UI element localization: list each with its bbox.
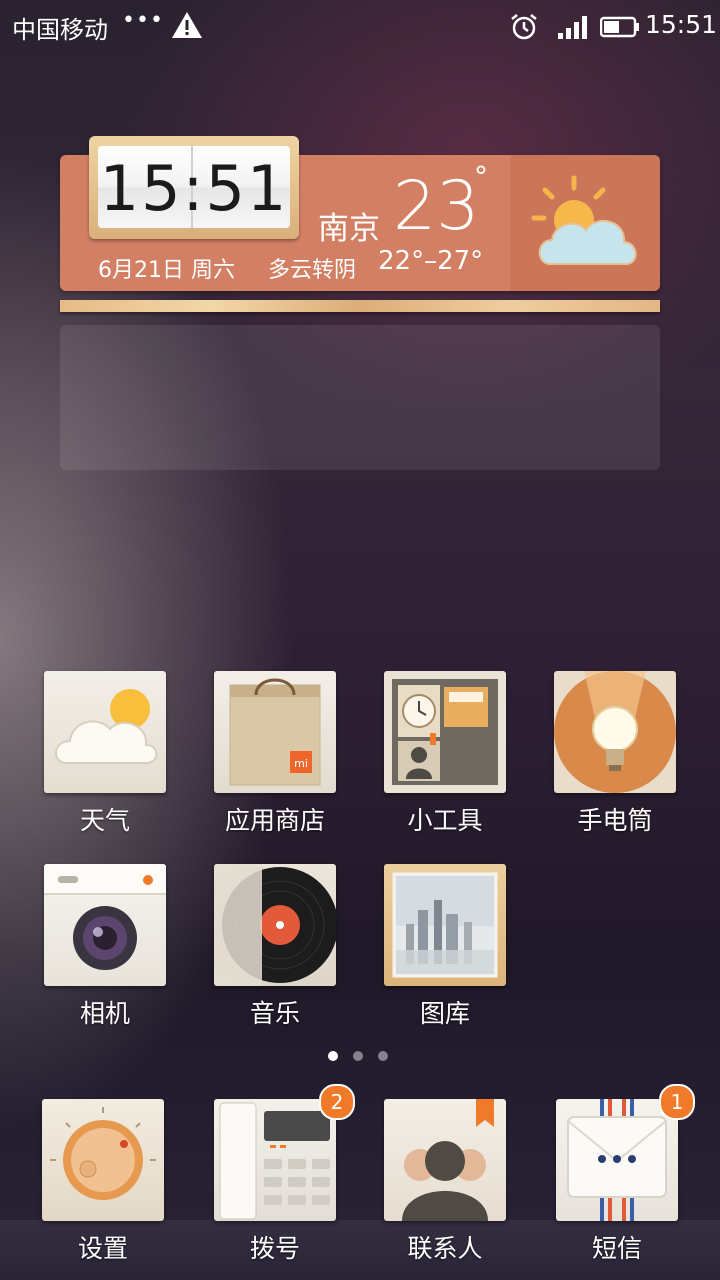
messages-icon	[556, 1099, 678, 1221]
weather-condition: 多云转阴	[268, 258, 357, 283]
more-notifications-icon: •••	[122, 8, 164, 33]
status-time: 15:51	[645, 10, 718, 39]
partly-cloudy-icon	[531, 175, 637, 265]
app-label: 小工具	[407, 806, 483, 835]
contacts-icon	[384, 1099, 506, 1221]
app-messages[interactable]: 短信 1	[547, 1084, 695, 1265]
app-label: 拨号	[249, 1234, 300, 1263]
flashlight-icon	[554, 671, 676, 793]
battery-icon	[600, 16, 639, 38]
app-flashlight[interactable]: 手电筒	[545, 671, 685, 837]
widget-date: 6月21日 周六	[98, 258, 235, 283]
settings-icon	[42, 1099, 164, 1221]
app-store[interactable]: mi 应用商店	[205, 671, 345, 837]
page-dot[interactable]	[353, 1051, 363, 1061]
carrier-name: 中国移动	[12, 16, 108, 44]
svg-text:mi: mi	[294, 757, 308, 770]
app-weather[interactable]: 天气	[35, 671, 175, 837]
current-temperature: 23	[393, 167, 480, 246]
app-label: 图库	[419, 999, 470, 1028]
unread-messages-badge: 1	[659, 1084, 695, 1120]
degree-symbol: °	[474, 160, 488, 193]
page-indicator[interactable]	[328, 1051, 392, 1063]
app-music[interactable]: 音乐	[205, 864, 345, 1030]
app-label: 短信	[591, 1234, 642, 1263]
signal-icon	[558, 16, 587, 39]
gallery-icon	[384, 864, 506, 986]
page-dot[interactable]	[378, 1051, 388, 1061]
app-gallery[interactable]: 图库	[375, 864, 515, 1030]
missed-calls-badge: 2	[319, 1084, 355, 1120]
app-label: 天气	[79, 806, 130, 835]
app-label: 联系人	[407, 1234, 483, 1263]
clock-display[interactable]: 15:51	[89, 136, 299, 239]
app-phone[interactable]: 拨号 2	[205, 1084, 355, 1265]
page-dot-active[interactable]	[328, 1051, 338, 1061]
alarm-icon	[511, 14, 537, 40]
widget-reflection	[60, 325, 660, 470]
music-icon	[214, 864, 336, 986]
app-label: 设置	[77, 1234, 128, 1263]
app-label: 手电筒	[577, 806, 653, 835]
city-name: 南京	[318, 211, 380, 247]
app-label: 相机	[79, 999, 130, 1028]
app-tools[interactable]: 小工具	[375, 671, 515, 837]
camera-icon	[44, 864, 166, 986]
phone-icon	[214, 1099, 336, 1221]
clock-time: 15:51	[99, 152, 289, 225]
app-camera[interactable]: 相机	[35, 864, 175, 1030]
tools-icon	[384, 671, 506, 793]
weather-icon	[44, 671, 166, 793]
app-store-icon: mi	[214, 671, 336, 793]
app-label: 音乐	[249, 999, 300, 1028]
status-bar: 中国移动 ••• 15:51	[0, 0, 720, 52]
warning-icon	[172, 12, 202, 38]
app-settings[interactable]: 设置	[33, 1099, 173, 1265]
app-contacts[interactable]: 联系人	[375, 1099, 515, 1265]
temperature-range: 22°–27°	[378, 246, 484, 276]
app-label: 应用商店	[224, 806, 325, 835]
widget-shelf	[60, 300, 660, 312]
